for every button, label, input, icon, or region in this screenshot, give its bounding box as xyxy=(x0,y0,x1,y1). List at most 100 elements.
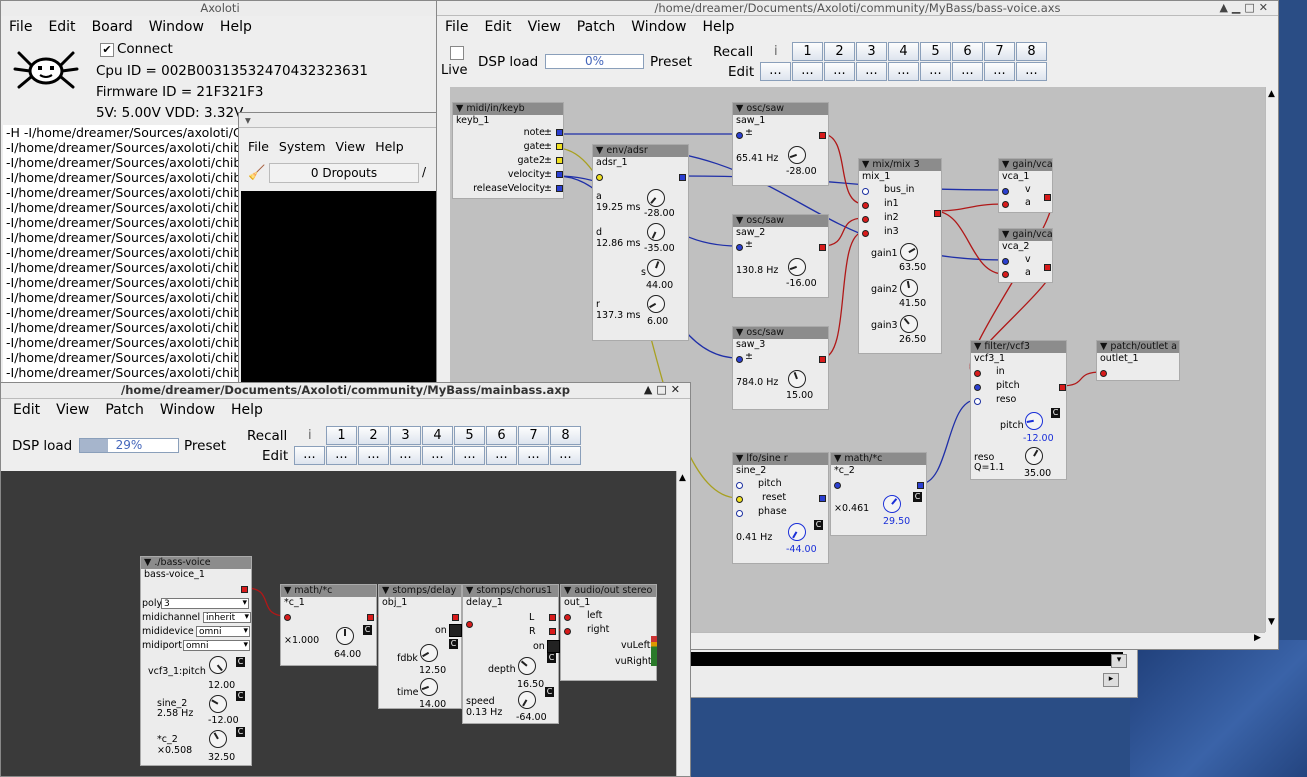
broom-icon[interactable]: 🧹 xyxy=(248,165,265,181)
pitch-knob[interactable] xyxy=(788,258,806,276)
object-header[interactable]: ▼ math/*c xyxy=(281,585,376,597)
menu-window[interactable]: Window xyxy=(141,19,212,35)
time-knob[interactable] xyxy=(420,678,438,696)
menu-system[interactable]: System xyxy=(274,139,331,154)
object-header[interactable]: ▼ osc/saw xyxy=(733,215,828,227)
outlet-vca[interactable] xyxy=(1044,264,1051,271)
inlet-outlet[interactable] xyxy=(1100,370,1107,377)
attack-knob[interactable] xyxy=(647,189,665,207)
outlet-out[interactable] xyxy=(367,614,374,621)
recall-preset-8-button[interactable]: 8 xyxy=(550,426,581,445)
edit-preset-button[interactable]: ... xyxy=(1016,62,1047,81)
menu-edit[interactable]: Edit xyxy=(1,402,48,418)
inlet-phase[interactable] xyxy=(736,510,743,517)
inlet-pitch[interactable] xyxy=(736,356,743,363)
recall-preset-1-button[interactable]: 1 xyxy=(792,42,823,61)
inlet-in3[interactable] xyxy=(862,230,869,237)
inlet-v[interactable] xyxy=(1002,188,1009,195)
outlet-env[interactable] xyxy=(679,174,686,181)
recall-preset-4-button[interactable]: 4 xyxy=(422,426,453,445)
edit-preset-button[interactable]: ... xyxy=(920,62,951,81)
inlet-reset[interactable] xyxy=(736,496,743,503)
recall-preset-4-button[interactable]: 4 xyxy=(888,42,919,61)
mididevice-select[interactable]: omni xyxy=(196,626,250,637)
inlet-right[interactable] xyxy=(564,628,571,635)
inlet-in[interactable] xyxy=(834,482,841,489)
midichannel-select[interactable]: inherit xyxy=(203,612,251,623)
object-header[interactable]: ▼ ./bass-voice xyxy=(141,557,251,569)
object-header[interactable]: ▼ filter/vcf3 xyxy=(971,341,1066,353)
edit-preset-button[interactable]: ... xyxy=(550,446,581,465)
menu-view[interactable]: View xyxy=(520,19,569,35)
menu-help[interactable]: Help xyxy=(223,402,271,418)
outlet-mix[interactable] xyxy=(934,210,941,217)
object-stomps-delay[interactable]: ▼ stomps/delay obj_1 on Cfdbk 12.50 time 14.00 xyxy=(378,584,462,710)
recall-preset-2-button[interactable]: 2 xyxy=(358,426,389,445)
object-header[interactable]: ▼ lfo/sine r xyxy=(733,453,828,465)
red-wire[interactable] xyxy=(933,203,1005,212)
recall-preset-7-button[interactable]: 7 xyxy=(518,426,549,445)
edit-preset-button[interactable]: ... xyxy=(390,446,421,465)
object-header[interactable]: ▼ patch/outlet a xyxy=(1097,341,1179,353)
live-checkbox[interactable] xyxy=(450,46,464,60)
recall-preset-2-button[interactable]: 2 xyxy=(824,42,855,61)
menu-board[interactable]: Board xyxy=(84,19,141,35)
menu-help[interactable]: Help xyxy=(212,19,260,35)
amount-knob[interactable] xyxy=(336,627,354,645)
outlet-out[interactable] xyxy=(452,614,459,621)
control-menu-icon[interactable]: C xyxy=(1051,408,1060,418)
inlet-pitch[interactable] xyxy=(974,384,981,391)
amount-knob[interactable] xyxy=(883,495,901,513)
inlet-in[interactable] xyxy=(284,614,291,621)
object-header[interactable]: ▼ mix/mix 3 xyxy=(859,159,941,171)
red-wire[interactable] xyxy=(933,210,1005,275)
object-gain-vca[interactable]: ▼ gain/vca vca_1 v a xyxy=(998,158,1053,213)
edit-preset-button[interactable]: ... xyxy=(294,446,325,465)
object-bass-voice[interactable]: ▼ ./bass-voice bass-voice_1 poly midichanne… xyxy=(140,556,252,766)
edit-preset-button[interactable]: ... xyxy=(824,62,855,81)
object-header[interactable]: ▼ env/adsr xyxy=(593,145,688,157)
outlet-note[interactable] xyxy=(556,129,563,136)
inlet-a[interactable] xyxy=(1002,271,1009,278)
control-menu-icon[interactable]: C xyxy=(545,687,554,697)
control-menu-icon[interactable]: C xyxy=(363,625,372,635)
mult-knob[interactable] xyxy=(209,730,227,748)
feedback-knob[interactable] xyxy=(420,644,438,662)
recall-preset-3-button[interactable]: 3 xyxy=(856,42,887,61)
menu-patch[interactable]: Patch xyxy=(97,402,151,418)
window-controls[interactable]: ▲□✕ xyxy=(644,383,684,396)
object-osc-saw[interactable]: ▼ osc/saw saw_1 ±65.41 Hz -28.00 xyxy=(732,102,829,186)
control-menu-icon[interactable]: C xyxy=(913,492,922,502)
inlet-gate[interactable] xyxy=(596,174,603,181)
edit-preset-button[interactable]: ... xyxy=(454,446,485,465)
voice-vertical-scrollbar[interactable]: ▲ ▼ xyxy=(1265,87,1278,632)
reso-knob[interactable] xyxy=(1025,447,1043,465)
control-menu-icon[interactable]: C xyxy=(236,657,245,667)
lfo-pitch-knob[interactable] xyxy=(209,695,227,713)
menu-window[interactable]: Window xyxy=(623,19,694,35)
outlet-gate2[interactable] xyxy=(556,157,563,164)
recall-preset-8-button[interactable]: 8 xyxy=(1016,42,1047,61)
outlet-wave[interactable] xyxy=(819,132,826,139)
object-gain-vca[interactable]: ▼ gain/vca vca_2 v a xyxy=(998,228,1053,283)
object-lfo-sine[interactable]: ▼ lfo/sine r sine_2 pitch reset phase C 0.41 H… xyxy=(732,452,829,564)
object-patch-outlet[interactable]: ▼ patch/outlet a outlet_1 xyxy=(1096,340,1180,381)
edit-preset-button[interactable]: ... xyxy=(422,446,453,465)
edit-preset-button[interactable]: ... xyxy=(984,62,1015,81)
menu-edit[interactable]: Edit xyxy=(40,19,83,35)
object-header[interactable]: ▼ stomps/chorus1 xyxy=(463,585,558,597)
speed-knob[interactable] xyxy=(518,691,536,709)
object-stomps-chorus[interactable]: ▼ stomps/chorus1 delay_1 L Ron Cdepth 16.50 sp… xyxy=(462,584,560,724)
object-header[interactable]: ▼ audio/out stereo xyxy=(561,585,656,597)
menu-file[interactable]: File xyxy=(1,19,40,35)
recall-preset-3-button[interactable]: 3 xyxy=(390,426,421,445)
outlet-wave[interactable] xyxy=(819,356,826,363)
dropdown-arrow-icon[interactable]: ▾ xyxy=(1111,654,1127,668)
inlet-in2[interactable] xyxy=(862,216,869,223)
object-header[interactable]: ▼ gain/vca xyxy=(999,229,1052,241)
main-vertical-scrollbar[interactable]: ▲ xyxy=(676,471,690,776)
control-menu-icon[interactable]: C xyxy=(236,691,245,701)
vcf-pitch-knob[interactable] xyxy=(209,656,227,674)
outlet-R[interactable] xyxy=(549,628,556,635)
object-math-multiply-const[interactable]: ▼ math/*c *c_2 C ×0.461 29.50 xyxy=(830,452,927,536)
